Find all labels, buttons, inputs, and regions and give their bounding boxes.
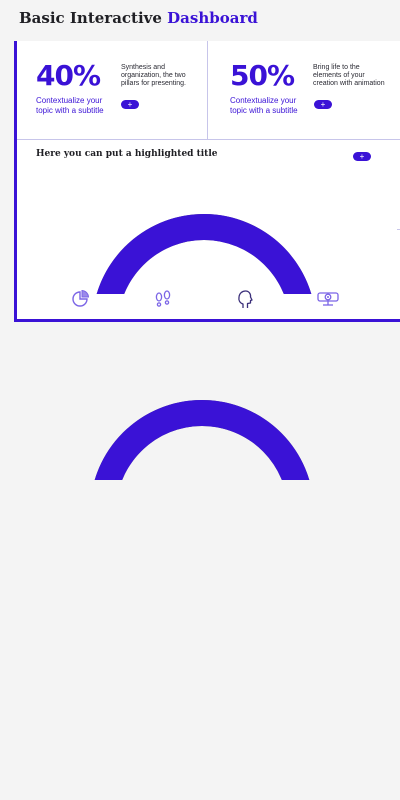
panel-title: Here you can put a highlighted title <box>36 149 218 159</box>
title-part-1: Basic Interactive <box>19 9 168 27</box>
gauge-1 <box>96 214 312 294</box>
footprints-icon <box>155 290 171 307</box>
gauge-fill-arc <box>96 214 312 294</box>
kpi-card-1: 40% Contextualize your topic with a subt… <box>17 41 208 139</box>
kpi-description: Bring life to the elements of your creat… <box>313 64 385 87</box>
kpi-subtitle: Contextualize your topic with a subtitle <box>230 96 298 115</box>
kpi-value: 50% <box>230 59 295 92</box>
icon-row <box>17 288 400 312</box>
gauge-fill-arc <box>94 400 310 480</box>
kpi-expand-button[interactable]: + <box>121 100 139 109</box>
page-title: Basic Interactive Dashboard <box>19 9 258 27</box>
dashboard-card: 40% Contextualize your topic with a subt… <box>14 41 400 322</box>
pie-chart-icon <box>72 289 90 307</box>
kpi-row: 40% Contextualize your topic with a subt… <box>17 41 400 140</box>
title-part-2: Dashboard <box>167 9 258 27</box>
gauge-2 <box>94 400 310 480</box>
kpi-card-2: 50% Contextualize your topic with a subt… <box>208 41 400 139</box>
kpi-value: 40% <box>36 59 101 92</box>
panel-expand-button[interactable]: + <box>353 152 371 161</box>
kpi-expand-button[interactable]: + <box>314 100 332 109</box>
head-icon <box>238 290 253 308</box>
kpi-subtitle: Contextualize your topic with a subtitle <box>36 96 104 115</box>
kpi-description: Synthesis and organization, the two pill… <box>121 64 186 87</box>
projector-icon <box>317 292 339 306</box>
